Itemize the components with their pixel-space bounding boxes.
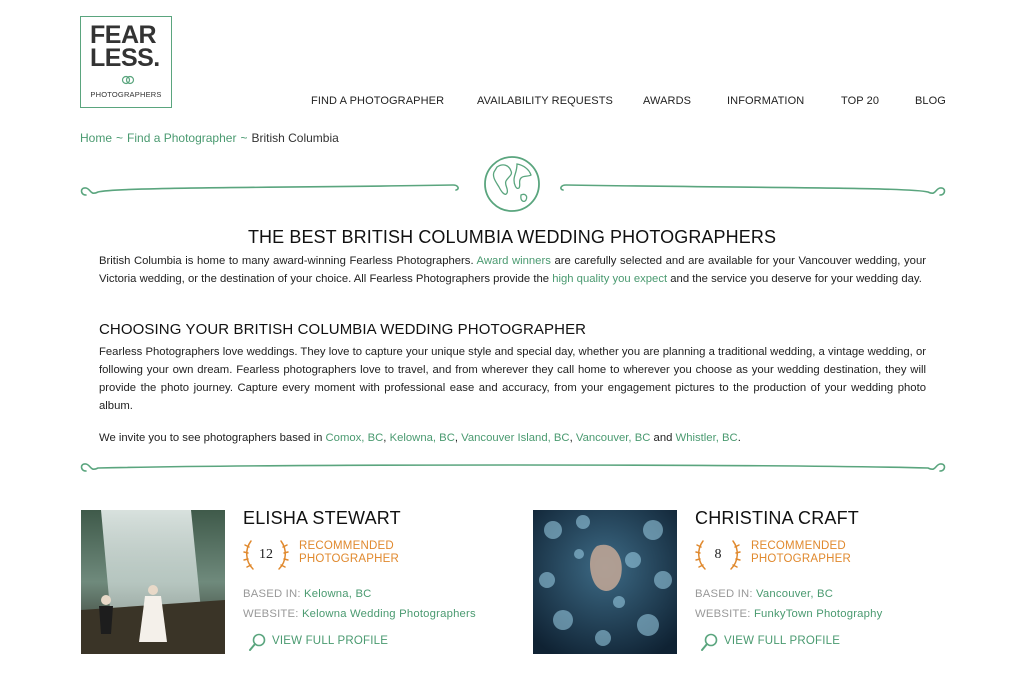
- breadcrumb-separator: ~: [116, 131, 124, 145]
- view-full-profile-link[interactable]: VIEW FULL PROFILE: [700, 632, 840, 652]
- invite-sep: and: [650, 432, 676, 444]
- magnifier-icon: [249, 633, 266, 651]
- photographer-name-elisha[interactable]: ELISHA STEWART: [243, 508, 401, 529]
- based-in-link[interactable]: Kelowna, BC: [304, 588, 372, 600]
- ornamental-divider-bottom: [80, 463, 946, 472]
- globe-icon: [484, 156, 540, 212]
- breadcrumb-separator: ~: [240, 131, 248, 145]
- link-vancouver[interactable]: Vancouver, BC: [576, 432, 651, 444]
- section-heading: CHOOSING YOUR BRITISH COLUMBIA WEDDING P…: [99, 321, 587, 338]
- recommended-line-2: PHOTOGRAPHER: [751, 553, 851, 565]
- page-title: THE BEST BRITISH COLUMBIA WEDDING PHOTOG…: [247, 227, 777, 247]
- award-winners-link[interactable]: Award winners: [477, 255, 551, 267]
- website: WEBSITE: Kelowna Wedding Photographers: [243, 608, 476, 620]
- breadcrumb-current: British Columbia: [251, 131, 339, 145]
- based-in-label: BASED IN:: [243, 588, 301, 600]
- link-comox[interactable]: Comox, BC: [326, 432, 384, 444]
- wedding-rings-icon: [121, 75, 135, 85]
- recommended-label: RECOMMENDED PHOTOGRAPHER: [299, 540, 399, 566]
- award-badge: 8: [695, 537, 741, 573]
- link-whistler[interactable]: Whistler, BC: [676, 432, 738, 444]
- nav-information[interactable]: INFORMATION: [727, 95, 804, 107]
- intro-text-1: British Columbia is home to many award-w…: [99, 255, 477, 267]
- nav-availability-requests[interactable]: AVAILABILITY REQUESTS: [477, 95, 613, 107]
- based-in-label: BASED IN:: [695, 588, 753, 600]
- nav-blog[interactable]: BLOG: [915, 95, 946, 107]
- website-label: WEBSITE:: [695, 608, 751, 620]
- intro-text-3: and the service you deserve for your wed…: [667, 273, 922, 285]
- main-nav: FIND A PHOTOGRAPHER AVAILABILITY REQUEST…: [0, 95, 1024, 109]
- photographer-name-christina[interactable]: CHRISTINA CRAFT: [695, 508, 859, 529]
- website-label: WEBSITE:: [243, 608, 299, 620]
- invite-paragraph: We invite you to see photographers based…: [99, 429, 926, 447]
- high-quality-link[interactable]: high quality you expect: [552, 273, 667, 285]
- logo-line-2: LESS.: [90, 44, 160, 72]
- view-full-profile-label: VIEW FULL PROFILE: [272, 635, 389, 647]
- nav-top-20[interactable]: TOP 20: [841, 95, 879, 107]
- based-in: BASED IN: Kelowna, BC: [243, 588, 372, 600]
- photographer-photo-christina[interactable]: [533, 510, 677, 654]
- breadcrumb-home[interactable]: Home: [80, 131, 112, 145]
- invite-text: We invite you to see photographers based…: [99, 432, 326, 444]
- photographer-photo-elisha[interactable]: [81, 510, 225, 654]
- award-badge: 12: [243, 537, 289, 573]
- recommended-line-1: RECOMMENDED: [751, 540, 846, 552]
- link-vancouver-island[interactable]: Vancouver Island, BC: [461, 432, 569, 444]
- view-full-profile-link[interactable]: VIEW FULL PROFILE: [248, 632, 388, 652]
- based-in: BASED IN: Vancouver, BC: [695, 588, 833, 600]
- intro-paragraph: British Columbia is home to many award-w…: [99, 252, 926, 288]
- breadcrumb: Home ~ Find a Photographer ~ British Columbi…: [80, 131, 339, 145]
- website-link[interactable]: Kelowna Wedding Photographers: [302, 608, 476, 620]
- body-paragraph: Fearless Photographers love weddings. Th…: [99, 346, 926, 412]
- view-full-profile-label: VIEW FULL PROFILE: [724, 635, 841, 647]
- breadcrumb-find-photographer[interactable]: Find a Photographer: [127, 131, 236, 145]
- award-count: 8: [714, 547, 722, 562]
- magnifier-icon: [701, 633, 718, 651]
- nav-find-photographer[interactable]: FIND A PHOTOGRAPHER: [311, 95, 444, 107]
- nav-awards[interactable]: AWARDS: [643, 95, 691, 107]
- recommended-line-1: RECOMMENDED: [299, 540, 394, 552]
- based-in-link[interactable]: Vancouver, BC: [756, 588, 833, 600]
- award-count: 12: [259, 547, 273, 562]
- recommended-label: RECOMMENDED PHOTOGRAPHER: [751, 540, 851, 566]
- website: WEBSITE: FunkyTown Photography: [695, 608, 882, 620]
- website-link[interactable]: FunkyTown Photography: [754, 608, 883, 620]
- recommended-line-2: PHOTOGRAPHER: [299, 553, 399, 565]
- invite-end: .: [737, 432, 741, 444]
- link-kelowna[interactable]: Kelowna, BC: [390, 432, 455, 444]
